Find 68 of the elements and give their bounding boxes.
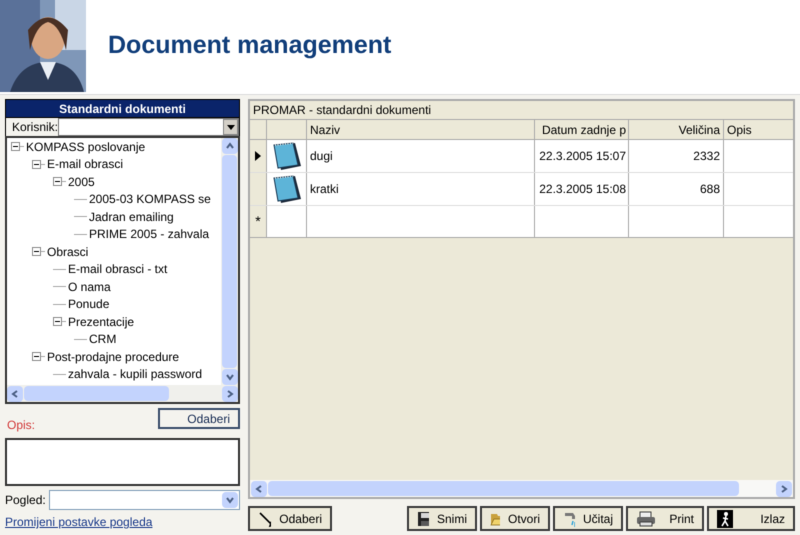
table-cell: 22.3.2005 15:08: [535, 173, 629, 205]
collapse-icon[interactable]: [11, 142, 20, 152]
pen-icon: [258, 510, 272, 528]
select-button[interactable]: Odaberi: [158, 408, 240, 429]
page-title: Document management: [108, 30, 392, 61]
tree-item[interactable]: E-mail obrasci: [45, 158, 124, 170]
horizontal-scrollbar[interactable]: [250, 480, 793, 497]
new-row-marker: *: [255, 212, 261, 231]
current-row-icon: [255, 151, 261, 161]
select-button[interactable]: Odaberi: [248, 506, 332, 531]
table-cell: kratki: [307, 173, 535, 205]
load-button[interactable]: Učitaj: [553, 506, 623, 531]
scroll-left-icon[interactable]: [7, 386, 23, 402]
tree-item[interactable]: Prezentacije: [66, 316, 134, 328]
table-cell: [724, 206, 793, 237]
table-cell: dugi: [307, 140, 535, 172]
exit-button[interactable]: Izlaz: [707, 506, 795, 531]
user-dropdown[interactable]: [58, 118, 239, 136]
description-box[interactable]: [5, 438, 240, 486]
save-button[interactable]: Snimi: [407, 506, 477, 531]
collapse-icon[interactable]: [53, 177, 62, 186]
scrollbar-thumb[interactable]: [222, 155, 237, 368]
field-label: Pogled:: [5, 492, 47, 509]
scroll-up-icon[interactable]: [222, 138, 238, 154]
printer-icon: [636, 510, 656, 526]
vertical-scrollbar[interactable]: [221, 138, 238, 385]
tree-item[interactable]: CRM: [87, 333, 116, 346]
tree-item[interactable]: KOMPASS poslovanje: [24, 140, 146, 153]
open-button[interactable]: Otvori: [480, 506, 550, 531]
collapse-icon[interactable]: [32, 247, 41, 256]
tree-item[interactable]: Ponude: [66, 298, 110, 310]
table-cell: [724, 173, 793, 205]
notepad-icon: [270, 173, 302, 205]
panel-title: Standardni dokumenti: [5, 99, 240, 118]
tree-item[interactable]: O nama: [66, 280, 111, 293]
tree-item[interactable]: 2005-03 KOMPASS se: [87, 193, 211, 206]
collapse-icon[interactable]: [32, 160, 41, 169]
collapse-icon[interactable]: [53, 317, 62, 326]
description-label: Opis:: [7, 417, 36, 434]
column-header[interactable]: Naziv: [307, 120, 535, 139]
collapse-icon[interactable]: [32, 352, 41, 362]
tree-item[interactable]: E-mail obrasci - txt: [66, 263, 168, 276]
tree-item[interactable]: Obrasci: [45, 246, 88, 258]
table-cell: 22.3.2005 15:07: [535, 140, 629, 172]
print-button[interactable]: Print: [626, 506, 704, 531]
column-header[interactable]: Opis: [724, 120, 793, 139]
scroll-left-icon[interactable]: [251, 480, 267, 496]
scroll-right-icon[interactable]: [776, 480, 792, 496]
scrollbar-thumb[interactable]: [24, 386, 169, 401]
tree-item[interactable]: Post-prodajne procedure: [45, 350, 180, 363]
column-header[interactable]: Datum zadnje p: [535, 120, 629, 139]
scrollbar-thumb[interactable]: [268, 481, 739, 496]
column-header[interactable]: Veličina: [629, 120, 724, 139]
tree-item[interactable]: zahvala - kupili password: [66, 368, 202, 380]
table-cell: 688: [629, 173, 724, 205]
table-cell: 2332: [629, 140, 724, 172]
tree-item[interactable]: 2005: [66, 176, 95, 188]
field-label: Korisnik:: [6, 118, 58, 136]
tree-item[interactable]: PRIME 2005 - zahvala: [87, 228, 210, 240]
grid-title: PROMAR - standardni dokumenti: [250, 101, 793, 120]
scroll-right-icon[interactable]: [222, 386, 238, 402]
scroll-down-icon[interactable]: [222, 369, 238, 385]
horizontal-scrollbar[interactable]: [7, 385, 238, 402]
notepad-icon: [270, 140, 302, 172]
tree-item[interactable]: Jadran emailing: [87, 210, 174, 223]
table-cell: [724, 140, 793, 172]
view-settings-link[interactable]: Promijeni postavke pogleda: [5, 513, 152, 531]
exit-door-icon: [717, 510, 733, 528]
